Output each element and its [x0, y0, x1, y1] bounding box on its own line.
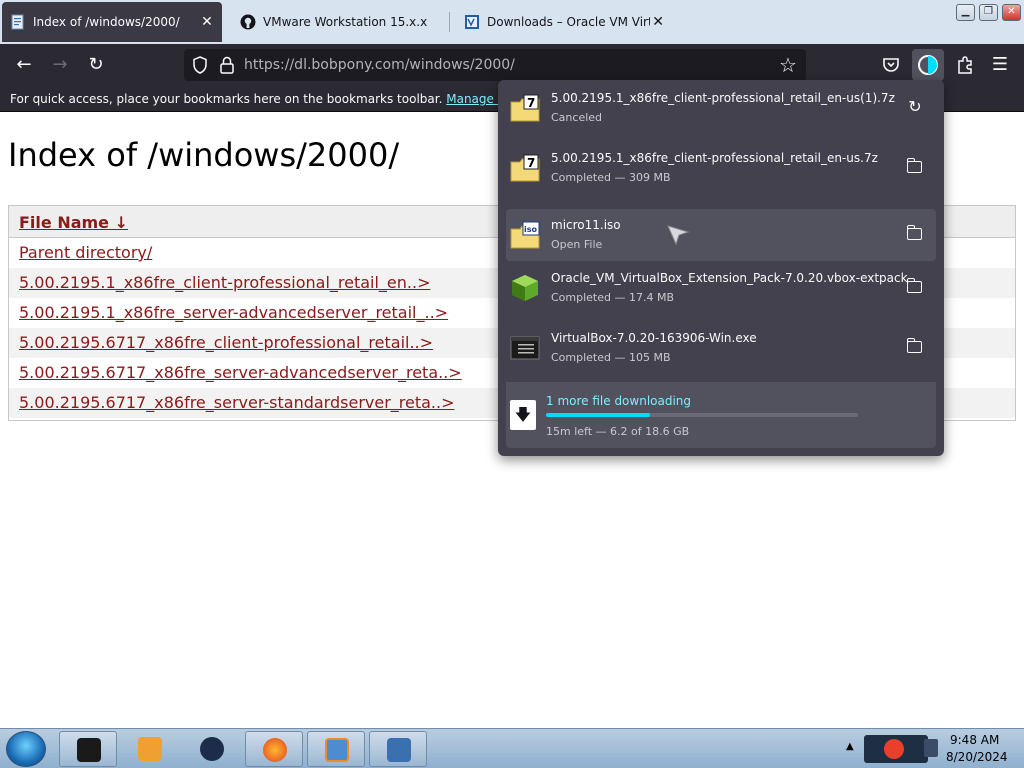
file-link[interactable]: 5.00.2195.1_x86fre_client-professional_r… [19, 273, 431, 292]
restore-button[interactable]: ❐ [979, 4, 998, 21]
tab-title: Index of /windows/2000/ [33, 15, 180, 29]
app-menu-button[interactable]: ☰ [988, 53, 1012, 77]
pocket-icon[interactable] [880, 54, 902, 76]
tab-strip: Index of /windows/2000/ ✕ VMware Worksta… [0, 0, 1024, 44]
start-button[interactable] [6, 731, 46, 767]
download-item[interactable]: VirtualBox-7.0.20-163906-Win.exe Complet… [506, 322, 936, 374]
file-link[interactable]: 5.00.2195.1_x86fre_server-advancedserver… [19, 303, 448, 322]
url-text: https://dl.bobpony.com/windows/2000/ [244, 57, 515, 73]
clock-time[interactable]: 9:48 AM [950, 733, 999, 747]
virtualbox-icon [464, 14, 480, 30]
vbox-extpack-icon [510, 274, 540, 302]
download-filename: 5.00.2195.1_x86fre_client-professional_r… [551, 91, 895, 105]
file-link[interactable]: 5.00.2195.6717_x86fre_client-professiona… [19, 333, 433, 352]
downloads-panel: 7 5.00.2195.1_x86fre_client-professional… [498, 80, 944, 456]
file-link[interactable]: 5.00.2195.6717_x86fre_server-advancedser… [19, 363, 462, 382]
more-downloading-text: 1 more file downloading [546, 394, 692, 408]
download-status: Completed — 105 MB [551, 351, 671, 364]
downloads-progress-icon [918, 55, 938, 75]
tab-oracle-vm-downloads[interactable]: Downloads – Oracle VM Virtual ✕ [456, 2, 666, 42]
svg-text:iso: iso [524, 225, 538, 234]
shield-icon[interactable] [190, 55, 210, 75]
media-player-icon [138, 737, 162, 761]
taskbar-app-globe[interactable] [183, 731, 241, 767]
close-tab-icon[interactable]: ✕ [650, 14, 666, 30]
taskbar: ▲ [0, 728, 1024, 768]
browser-window: Index of /windows/2000/ ✕ VMware Worksta… [0, 0, 1024, 768]
forward-button[interactable]: → [48, 53, 72, 77]
show-hidden-icons-icon[interactable]: ▲ [846, 741, 854, 752]
download-filename: VirtualBox-7.0.20-163906-Win.exe [551, 331, 757, 345]
taskbar-app-terminal[interactable] [59, 731, 117, 767]
downloads-summary[interactable]: 🡇 1 more file downloading 15m left — 6.2… [506, 382, 936, 448]
iso-file-icon: iso [510, 221, 540, 249]
download-progress-fill [546, 413, 650, 417]
tray-app-icon[interactable] [884, 739, 904, 759]
taskbar-app-firefox[interactable] [245, 731, 303, 767]
vmware-icon [325, 738, 349, 762]
download-status: Canceled [551, 111, 603, 124]
taskbar-app-media[interactable] [121, 731, 179, 767]
lock-icon[interactable] [218, 55, 236, 75]
download-item[interactable]: 7 5.00.2195.1_x86fre_client-professional… [506, 142, 936, 194]
virtualbox-taskbar-icon [387, 738, 411, 762]
page-title: Index of /windows/2000/ [8, 136, 400, 174]
svg-text:7: 7 [527, 156, 535, 170]
downloads-button[interactable] [912, 49, 944, 81]
bookmarks-hint: For quick access, place your bookmarks h… [10, 92, 443, 106]
clock-date[interactable]: 8/20/2024 [946, 750, 1008, 764]
close-window-button[interactable]: ✕ [1002, 4, 1021, 21]
retry-icon[interactable]: ↻ [904, 96, 926, 118]
parent-directory-link[interactable]: Parent directory/ [19, 243, 152, 262]
download-filename: Oracle_VM_VirtualBox_Extension_Pack-7.0.… [551, 271, 908, 285]
close-tab-icon[interactable]: ✕ [199, 14, 215, 30]
download-item[interactable]: 7 5.00.2195.1_x86fre_client-professional… [506, 82, 936, 134]
download-status: Completed — 309 MB [551, 171, 671, 184]
7z-archive-icon: 7 [510, 94, 540, 122]
minimize-button[interactable]: ▁ [956, 4, 975, 21]
tab-index-windows-2000[interactable]: Index of /windows/2000/ ✕ [2, 2, 222, 42]
download-progress-bar [546, 413, 858, 417]
back-button[interactable]: ← [12, 53, 36, 77]
globe-icon [200, 737, 224, 761]
download-status: Completed — 17.4 MB [551, 291, 675, 304]
exe-file-icon [510, 334, 540, 362]
reload-button[interactable]: ↻ [84, 53, 108, 77]
tab-title: VMware Workstation 15.x.x seri [263, 15, 429, 29]
folder-icon[interactable] [906, 158, 922, 173]
tab-vmware-workstation[interactable]: VMware Workstation 15.x.x seri [232, 2, 447, 42]
github-icon [240, 14, 256, 30]
taskbar-app-vmware[interactable] [307, 731, 365, 767]
download-status: Open File [551, 238, 603, 251]
download-filename: 5.00.2195.1_x86fre_client-professional_r… [551, 151, 878, 165]
folder-icon[interactable] [906, 278, 922, 293]
folder-icon[interactable] [906, 338, 922, 353]
firefox-icon [263, 738, 287, 762]
bookmark-star-icon[interactable]: ☆ [776, 53, 800, 77]
taskbar-app-virtualbox[interactable] [369, 731, 427, 767]
folder-icon[interactable] [906, 225, 922, 240]
7z-archive-icon: 7 [510, 154, 540, 182]
file-link[interactable]: 5.00.2195.6717_x86fre_server-standardser… [19, 393, 455, 412]
extensions-icon[interactable] [954, 54, 976, 76]
tab-separator [449, 12, 450, 32]
download-filename: micro11.iso [551, 218, 621, 232]
download-time-remaining: 15m left — 6.2 of 18.6 GB [546, 425, 690, 438]
download-item[interactable]: iso micro11.iso Open File [506, 209, 936, 261]
svg-text:7: 7 [527, 96, 535, 110]
download-item[interactable]: Oracle_VM_VirtualBox_Extension_Pack-7.0.… [506, 262, 936, 314]
tab-title: Downloads – Oracle VM Virtual [487, 15, 650, 29]
volume-icon[interactable] [924, 739, 938, 757]
bookmarks-message: For quick access, place your bookmarks h… [10, 92, 576, 106]
url-bar[interactable]: https://dl.bobpony.com/windows/2000/ ☆ [184, 49, 806, 81]
page-icon [10, 14, 26, 30]
download-arrow-icon: 🡇 [510, 400, 536, 430]
file-name-sort-header[interactable]: File Name ↓ [19, 213, 128, 232]
terminal-icon [77, 738, 101, 762]
mouse-cursor-icon [666, 222, 690, 246]
